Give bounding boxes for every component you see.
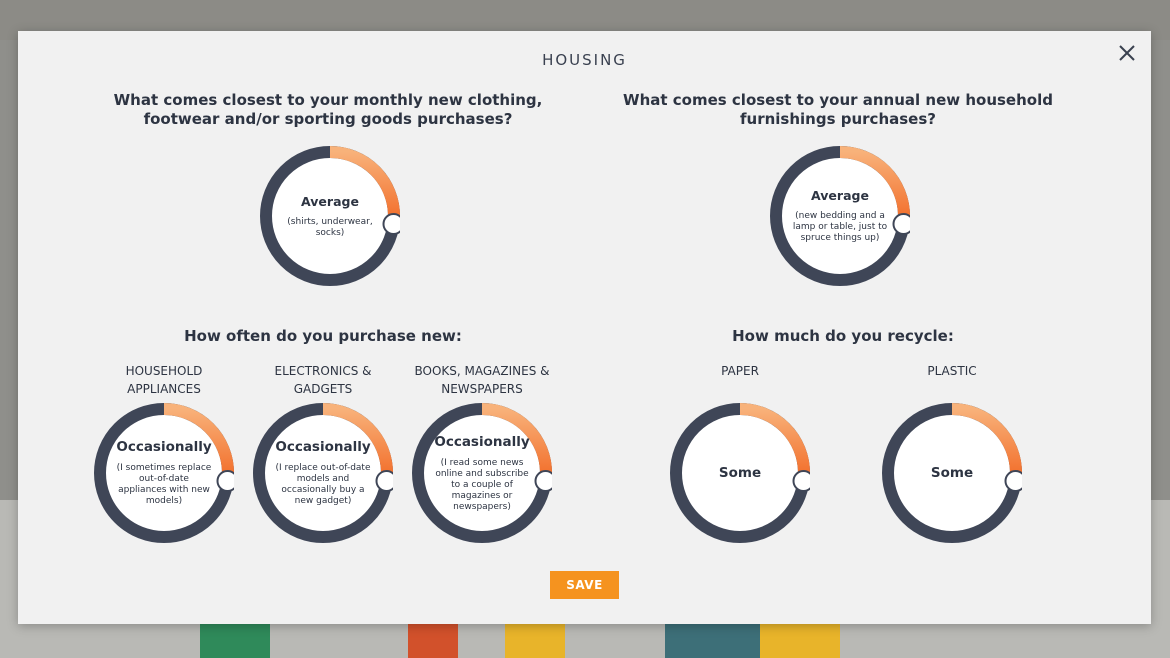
question-clothing: What comes closest to your monthly new c… [113,91,543,128]
dial-furnishings[interactable]: Average (new bedding and a lamp or table… [770,146,910,286]
dial-center: Average (new bedding and a lamp or table… [782,158,898,274]
dial-center: Some [894,415,1010,531]
dial-value: Occasionally [434,433,530,450]
dial-electronics[interactable]: Occasionally (I replace out-of-date mode… [253,403,393,543]
purchase-section-header: How often do you purchase new: [184,327,462,345]
dial-description: (shirts, underwear, socks) [287,216,373,238]
dial-value: Occasionally [116,439,212,455]
dial-description: (I read some news online and subscribe t… [435,457,529,512]
dial-center: Occasionally (I replace out-of-date mode… [265,415,381,531]
dial-center: Occasionally (I sometimes replace out-of… [106,415,222,531]
recycle-section-header: How much do you recycle: [732,327,954,345]
close-button[interactable] [1113,39,1141,67]
dial-books[interactable]: Occasionally (I read some news online an… [412,403,552,543]
question-furnishings: What comes closest to your annual new ho… [623,91,1053,128]
housing-modal: HOUSING What comes closest to your month… [18,31,1151,624]
category-label-books: BOOKS, MAGAZINES & NEWSPAPERS [414,364,550,396]
dial-value: Some [930,465,974,481]
dial-clothing[interactable]: Average (shirts, underwear, socks) [260,146,400,286]
dial-paper[interactable]: Some [670,403,810,543]
dial-value: Some [718,465,762,481]
dial-description: (I sometimes replace out-of-date applian… [116,463,212,506]
dial-center: Occasionally (I read some news online an… [424,415,540,531]
dial-center: Average (shirts, underwear, socks) [272,158,388,274]
dial-plastic[interactable]: Some [882,403,1022,543]
dial-description: (I replace out-of-date models and occasi… [275,463,371,506]
dial-value: Average [301,193,359,209]
dial-center: Some [682,415,798,531]
category-label-electronics: ELECTRONICS & GADGETS [274,364,372,396]
save-button[interactable]: SAVE [550,571,619,599]
modal-title: HOUSING [542,51,627,69]
dial-description: (new bedding and a lamp or table, just t… [792,211,888,243]
category-label-plastic: PLASTIC [927,364,977,378]
category-label-paper: PAPER [721,364,759,378]
dial-value: Average [811,188,869,203]
dial-value: Occasionally [275,439,371,455]
dial-appliances[interactable]: Occasionally (I sometimes replace out-of… [94,403,234,543]
close-icon [1119,45,1135,61]
category-label-appliances: HOUSEHOLD APPLIANCES [125,364,203,396]
